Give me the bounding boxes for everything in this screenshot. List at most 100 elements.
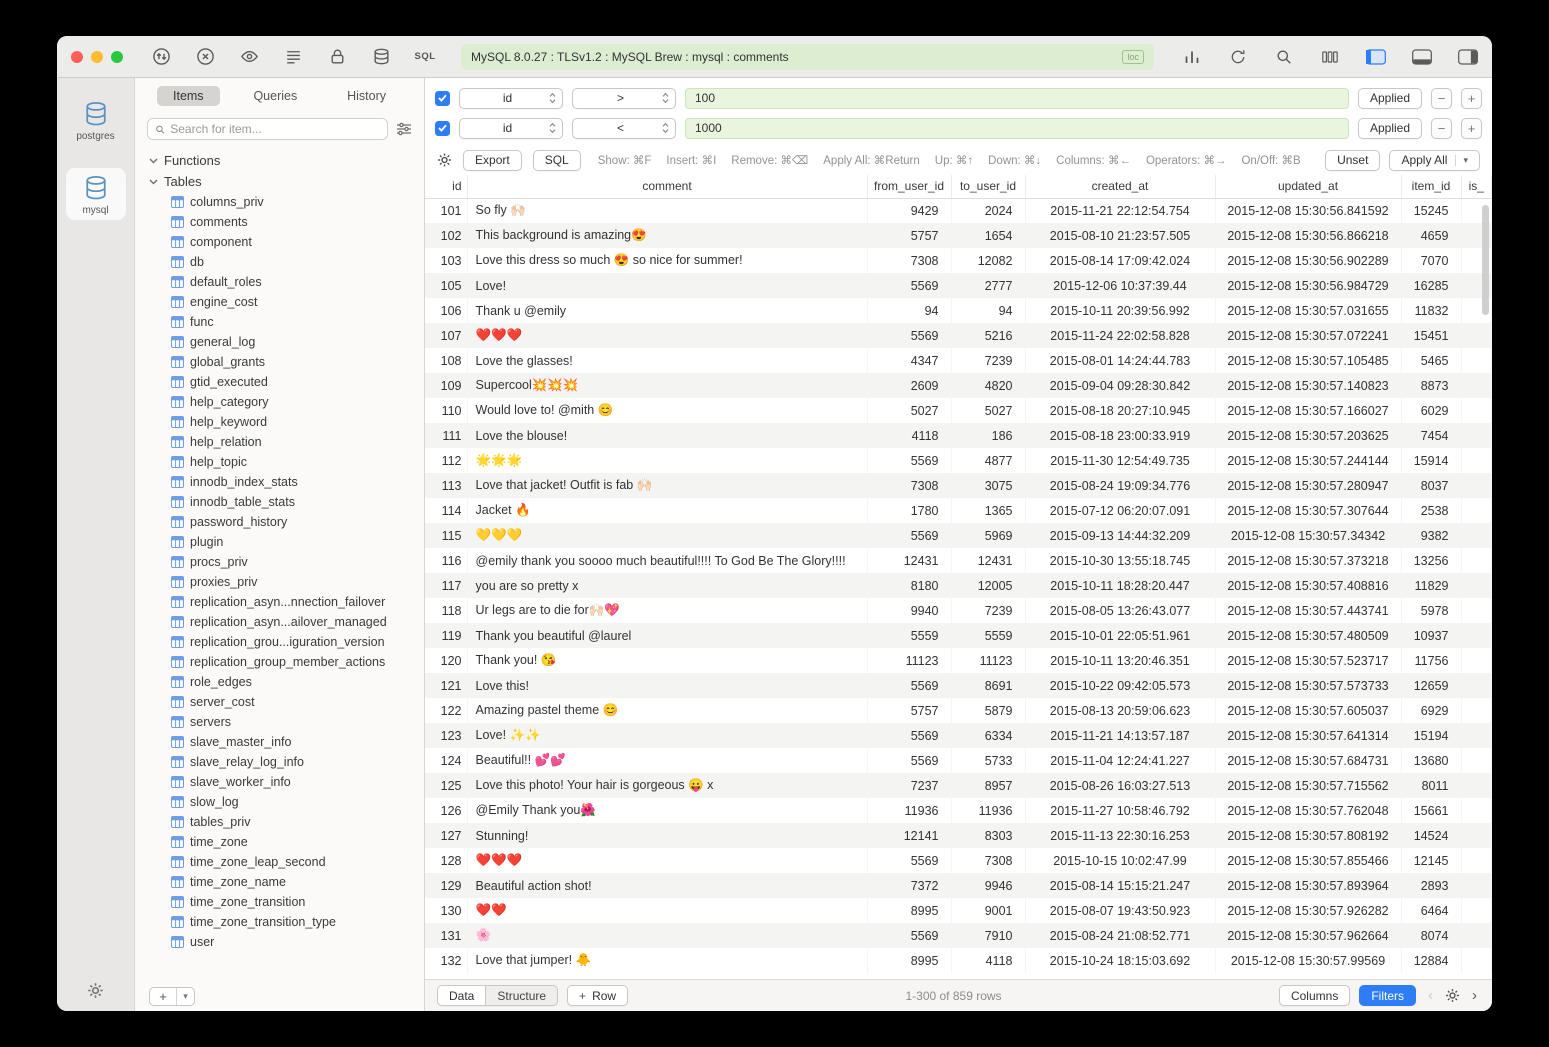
close-window-button[interactable] [71,51,83,63]
filter-operator-select[interactable]: < [572,118,676,139]
cell-id[interactable]: 128 [425,848,467,873]
table-tree-item[interactable]: global_grants [135,352,424,372]
cell-updated-at[interactable]: 2015-12-08 15:30:57.203625 [1215,423,1401,448]
cell-is[interactable] [1461,348,1492,373]
cell-item-id[interactable]: 15245 [1401,198,1461,223]
table-tree-item[interactable]: replication_group_member_actions [135,652,424,672]
table-tree-item[interactable]: general_log [135,332,424,352]
table-tree-item[interactable]: time_zone_transition [135,892,424,912]
cell-id[interactable]: 114 [425,498,467,523]
cell-item-id[interactable]: 12145 [1401,848,1461,873]
cell-item-id[interactable]: 12659 [1401,673,1461,698]
filter-applied-button[interactable]: Applied [1358,88,1422,109]
cell-is[interactable] [1461,848,1492,873]
cell-id[interactable]: 115 [425,523,467,548]
cell-updated-at[interactable]: 2015-12-08 15:30:57.480509 [1215,623,1401,648]
cell-item-id[interactable]: 12884 [1401,948,1461,973]
table-tree-item[interactable]: time_zone_transition_type [135,912,424,932]
table-tree-item[interactable]: replication_grou...iguration_version [135,632,424,652]
cell-is[interactable] [1461,398,1492,423]
cell-created-at[interactable]: 2015-11-24 22:02:58.828 [1025,323,1215,348]
cell-updated-at[interactable]: 2015-12-08 15:30:57.072241 [1215,323,1401,348]
cell-id[interactable]: 121 [425,673,467,698]
cell-id[interactable]: 118 [425,598,467,623]
columns-button[interactable]: Columns [1279,985,1350,1006]
table-tree-item[interactable]: replication_asyn...ailover_managed [135,612,424,632]
cell-from-user-id[interactable]: 9429 [867,198,951,223]
table-tree-item[interactable]: columns_priv [135,192,424,212]
columns-view-icon[interactable] [1320,47,1340,67]
cell-comment[interactable]: 💛💛💛 [467,523,867,548]
filter-enabled-checkbox[interactable] [435,121,450,136]
column-header-id[interactable]: id [425,175,467,198]
cell-comment[interactable]: ❤️❤️❤️ [467,323,867,348]
cell-from-user-id[interactable]: 5569 [867,923,951,948]
cell-from-user-id[interactable]: 4347 [867,348,951,373]
cell-is[interactable] [1461,598,1492,623]
table-tree-item[interactable]: tables_priv [135,812,424,832]
cell-from-user-id[interactable]: 8180 [867,573,951,598]
cell-is[interactable] [1461,798,1492,823]
remove-filter-button[interactable]: − [1431,88,1452,109]
column-header-is[interactable]: is_ [1461,175,1492,198]
cell-from-user-id[interactable]: 5757 [867,223,951,248]
cell-created-at[interactable]: 2015-09-13 14:44:32.209 [1025,523,1215,548]
cell-created-at[interactable]: 2015-08-18 23:00:33.919 [1025,423,1215,448]
cell-created-at[interactable]: 2015-10-11 20:39:56.992 [1025,298,1215,323]
cell-item-id[interactable]: 13680 [1401,748,1461,773]
cell-item-id[interactable]: 13256 [1401,548,1461,573]
connection-item[interactable]: mysql [66,168,126,220]
cell-to-user-id[interactable]: 94 [951,298,1025,323]
cell-comment[interactable]: Ur legs are to die for🙌🏻💖 [467,598,867,623]
cell-id[interactable]: 108 [425,348,467,373]
cell-is[interactable] [1461,523,1492,548]
cell-to-user-id[interactable]: 9946 [951,873,1025,898]
cell-created-at[interactable]: 2015-08-05 13:26:43.077 [1025,598,1215,623]
toggle-bottom-panel-icon[interactable] [1412,47,1432,67]
cell-id[interactable]: 131 [425,923,467,948]
cell-updated-at[interactable]: 2015-12-08 15:30:57.684731 [1215,748,1401,773]
cell-item-id[interactable]: 11832 [1401,298,1461,323]
cell-is[interactable] [1461,773,1492,798]
cell-to-user-id[interactable]: 2024 [951,198,1025,223]
cell-to-user-id[interactable]: 5969 [951,523,1025,548]
cell-updated-at[interactable]: 2015-12-08 15:30:57.105485 [1215,348,1401,373]
cell-created-at[interactable]: 2015-11-30 12:54:49.735 [1025,448,1215,473]
cell-updated-at[interactable]: 2015-12-08 15:30:57.808192 [1215,823,1401,848]
tree-section-functions[interactable]: Functions [135,150,424,171]
cell-created-at[interactable]: 2015-08-24 19:09:34.776 [1025,473,1215,498]
cell-comment[interactable]: This background is amazing😍 [467,223,867,248]
cell-is[interactable] [1461,573,1492,598]
cell-to-user-id[interactable]: 8303 [951,823,1025,848]
cell-item-id[interactable]: 7070 [1401,248,1461,273]
cell-item-id[interactable]: 14524 [1401,823,1461,848]
cell-id[interactable]: 125 [425,773,467,798]
log-list-icon[interactable] [283,47,303,67]
cell-id[interactable]: 126 [425,798,467,823]
cell-id[interactable]: 113 [425,473,467,498]
cell-updated-at[interactable]: 2015-12-08 15:30:57.641314 [1215,723,1401,748]
table-tree-item[interactable]: slave_relay_log_info [135,752,424,772]
cell-comment[interactable]: So fly 🙌🏻 [467,198,867,223]
cell-updated-at[interactable]: 2015-12-08 15:30:56.902289 [1215,248,1401,273]
cell-created-at[interactable]: 2015-10-15 10:02:47.99 [1025,848,1215,873]
cell-is[interactable] [1461,498,1492,523]
cell-updated-at[interactable]: 2015-12-08 15:30:57.893964 [1215,873,1401,898]
table-tree-item[interactable]: comments [135,212,424,232]
page-next-icon[interactable]: › [1469,987,1480,1004]
table-tree-item[interactable]: engine_cost [135,292,424,312]
cell-item-id[interactable]: 4659 [1401,223,1461,248]
cell-created-at[interactable]: 2015-08-13 20:59:06.623 [1025,698,1215,723]
cell-is[interactable] [1461,423,1492,448]
cell-is[interactable] [1461,623,1492,648]
table-tree-item[interactable]: help_category [135,392,424,412]
item-search-input[interactable] [170,122,380,136]
cell-from-user-id[interactable]: 5569 [867,323,951,348]
filter-operator-select[interactable]: > [572,88,676,109]
cell-item-id[interactable]: 15194 [1401,723,1461,748]
cell-comment[interactable]: Jacket 🔥 [467,498,867,523]
cell-updated-at[interactable]: 2015-12-08 15:30:57.140823 [1215,373,1401,398]
sql-editor-icon[interactable]: SQL [415,47,435,67]
cell-from-user-id[interactable]: 8995 [867,948,951,973]
cell-item-id[interactable]: 6929 [1401,698,1461,723]
